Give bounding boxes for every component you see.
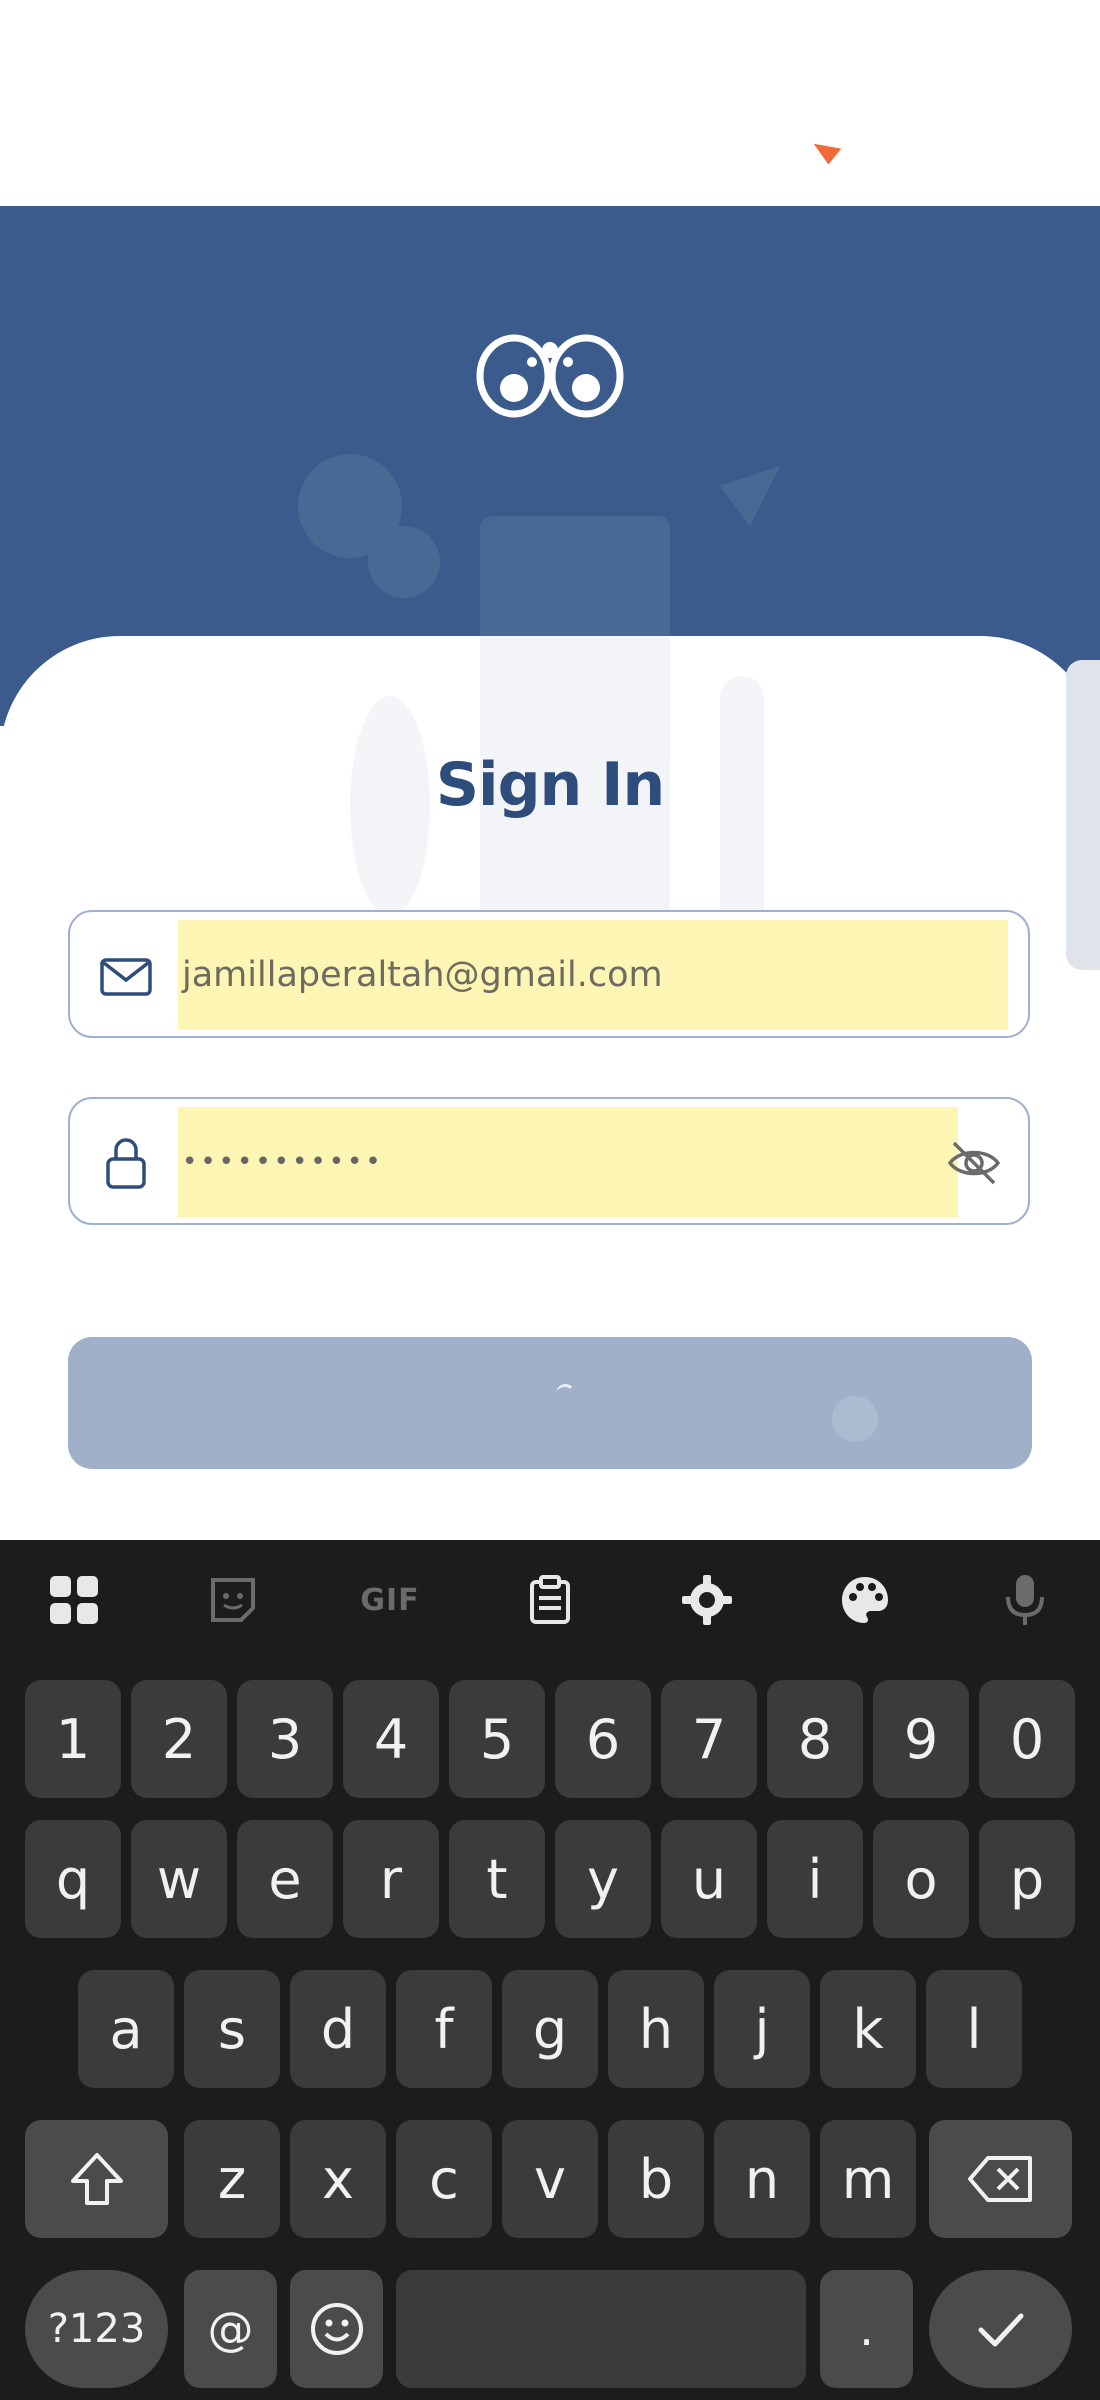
- key-v[interactable]: v: [502, 2120, 598, 2238]
- shift-icon: [70, 2153, 123, 2205]
- palette-icon[interactable]: [835, 1570, 895, 1630]
- loading-spinner-icon: [556, 1384, 575, 1403]
- email-field[interactable]: jamillaperaltah@gmail.com: [68, 910, 1030, 1038]
- mail-icon: [100, 958, 152, 996]
- gif-icon[interactable]: GIF: [360, 1570, 420, 1630]
- key-2[interactable]: 2: [131, 1680, 227, 1798]
- key-t[interactable]: t: [449, 1820, 545, 1938]
- at-key[interactable]: @: [184, 2270, 277, 2388]
- emoji-key[interactable]: [290, 2270, 383, 2388]
- key-e[interactable]: e: [237, 1820, 333, 1938]
- signin-button[interactable]: [68, 1337, 1032, 1469]
- key-x[interactable]: x: [290, 2120, 386, 2238]
- key-5[interactable]: 5: [449, 1680, 545, 1798]
- password-value: •••••••••••: [182, 1147, 384, 1177]
- key-c[interactable]: c: [396, 2120, 492, 2238]
- key-g[interactable]: g: [502, 1970, 598, 2088]
- emoji-icon: [310, 2303, 363, 2355]
- email-value: jamillaperaltah@gmail.com: [182, 955, 663, 995]
- keyboard-toolbar: GIF: [0, 1540, 1100, 1660]
- period-key[interactable]: .: [820, 2270, 913, 2388]
- password-input[interactable]: •••••••••••: [178, 1107, 958, 1217]
- key-i[interactable]: i: [767, 1820, 863, 1938]
- lock-icon: [106, 1138, 146, 1189]
- password-field[interactable]: •••••••••••: [68, 1097, 1030, 1225]
- key-f[interactable]: f: [396, 1970, 492, 2088]
- key-l[interactable]: l: [926, 1970, 1022, 2088]
- app-logo: [476, 334, 624, 418]
- key-q[interactable]: q: [25, 1820, 121, 1938]
- sticker-icon[interactable]: [203, 1570, 263, 1630]
- key-u[interactable]: u: [661, 1820, 757, 1938]
- gear-icon[interactable]: [677, 1570, 737, 1630]
- key-k[interactable]: k: [820, 1970, 916, 2088]
- gif-label: GIF: [360, 1582, 420, 1618]
- key-o[interactable]: o: [873, 1820, 969, 1938]
- key-7[interactable]: 7: [661, 1680, 757, 1798]
- email-input[interactable]: jamillaperaltah@gmail.com: [178, 920, 1008, 1030]
- backspace-icon: [967, 2156, 1032, 2202]
- key-6[interactable]: 6: [555, 1680, 651, 1798]
- key-4[interactable]: 4: [343, 1680, 439, 1798]
- key-b[interactable]: b: [608, 2120, 704, 2238]
- key-z[interactable]: z: [184, 2120, 280, 2238]
- key-d[interactable]: d: [290, 1970, 386, 2088]
- check-icon: [978, 2313, 1023, 2347]
- key-s[interactable]: s: [184, 1970, 280, 2088]
- key-1[interactable]: 1: [25, 1680, 121, 1798]
- key-0[interactable]: 0: [979, 1680, 1075, 1798]
- key-r[interactable]: r: [343, 1820, 439, 1938]
- ripple-dot: [832, 1396, 878, 1442]
- key-a[interactable]: a: [78, 1970, 174, 2088]
- status-bar: [0, 0, 1100, 206]
- key-8[interactable]: 8: [767, 1680, 863, 1798]
- key-j[interactable]: j: [714, 1970, 810, 2088]
- eye-off-icon[interactable]: [946, 1135, 1002, 1191]
- key-n[interactable]: n: [714, 2120, 810, 2238]
- page-title: Sign In: [435, 750, 665, 820]
- key-w[interactable]: w: [131, 1820, 227, 1938]
- soft-keyboard: GIF 1 2 3 4 5 6 7 8 9 0 q w e r t y u i …: [0, 1540, 1100, 2400]
- backspace-key[interactable]: [929, 2120, 1072, 2238]
- key-m[interactable]: m: [820, 2120, 916, 2238]
- card-illustration: [350, 636, 764, 946]
- notification-mark: [810, 143, 842, 167]
- enter-key[interactable]: [929, 2270, 1072, 2388]
- key-9[interactable]: 9: [873, 1680, 969, 1798]
- key-3[interactable]: 3: [237, 1680, 333, 1798]
- clipboard-icon[interactable]: [520, 1570, 580, 1630]
- shift-key[interactable]: [25, 2120, 168, 2238]
- microphone-icon[interactable]: [995, 1570, 1055, 1630]
- symbols-key[interactable]: ?123: [25, 2270, 168, 2388]
- key-p[interactable]: p: [979, 1820, 1075, 1938]
- apps-grid-icon[interactable]: [44, 1570, 104, 1630]
- key-y[interactable]: y: [555, 1820, 651, 1938]
- space-key[interactable]: [396, 2270, 806, 2388]
- key-h[interactable]: h: [608, 1970, 704, 2088]
